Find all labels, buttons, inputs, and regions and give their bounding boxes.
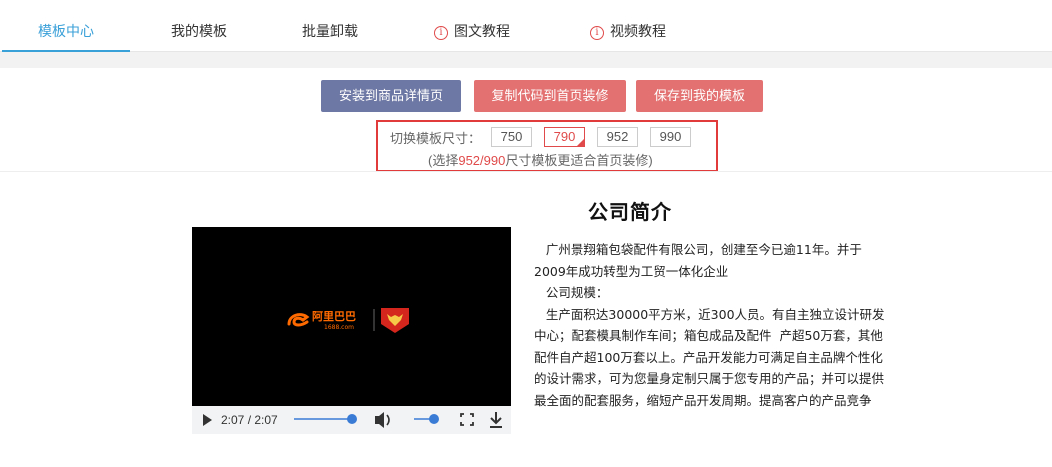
template-size-selector: 切换模板尺寸： 750 790 952 990 (选择952/990尺寸模板更适… (376, 120, 718, 172)
alibaba-logo: 阿里巴巴 1688.com (287, 305, 417, 335)
logo-text: 阿里巴巴 (312, 309, 356, 323)
progress-handle[interactable] (347, 414, 357, 424)
size-option-750[interactable]: 750 (491, 127, 532, 147)
tab-my-templates[interactable]: 我的模板 (135, 0, 263, 52)
description-line: 最全面的配套服务，缩短产品开发周期。提高客户的产品竞争 (534, 392, 872, 408)
description-line: 2009年成功转型为工贸一体化企业 (534, 263, 729, 279)
description-line: 的设计需求，可为您量身定制只属于您专用的产品；并可以提供 (534, 371, 885, 386)
size-option-990[interactable]: 990 (650, 127, 691, 147)
tab-video-tutorial[interactable]: i 视频教程 (564, 0, 692, 52)
play-icon[interactable] (203, 414, 212, 426)
description-line: 生产面积达30000平方米，近300人员。有自主独立设计研发 (534, 306, 885, 322)
logo-subtext: 1688.com (324, 324, 354, 331)
description-line: 公司规模： (534, 285, 609, 300)
volume-icon[interactable] (375, 412, 390, 428)
tab-batch-uninstall[interactable]: 批量卸载 (266, 0, 394, 52)
description-line: 中心；配套模具制作车间；箱包成品及配件 产超50万套，其他 (534, 328, 883, 343)
divider (0, 171, 1052, 172)
tab-label: 我的模板 (171, 23, 227, 39)
video-time: 2:07 / 2:07 (221, 413, 278, 427)
size-hint: (选择952/990尺寸模板更适合首页装修) (428, 150, 653, 169)
alibaba-logo-icon: 阿里巴巴 1688.com (287, 308, 409, 333)
info-icon: i (590, 26, 604, 40)
tab-label: 模板中心 (38, 23, 94, 39)
size-hint-prefix: (选择 (428, 153, 459, 168)
tab-image-tutorial[interactable]: i 图文教程 (408, 0, 536, 52)
size-option-952[interactable]: 952 (597, 127, 638, 147)
size-hint-suffix: 尺寸模板更适合首页装修) (505, 153, 653, 168)
tab-label: 图文教程 (454, 23, 510, 39)
template-preview-panel: 安装到商品详情页 复制代码到首页装修 保存到我的模板 切换模板尺寸： 750 7… (0, 68, 1052, 467)
download-icon[interactable] (490, 412, 502, 428)
size-hint-highlight: 952/990 (458, 153, 506, 168)
size-option-790[interactable]: 790 (544, 127, 585, 147)
install-to-detail-button[interactable]: 安装到商品详情页 (321, 80, 461, 112)
tab-label: 视频教程 (610, 23, 666, 39)
description-line: 配件自产超100万套以上。产品开发能力可满足自主品牌个性化 (534, 349, 883, 365)
tab-label: 批量卸载 (302, 23, 358, 39)
company-description: 广州景翔箱包袋配件有限公司，创建至今已逾11年。并于 2009年成功转型为工贸一… (534, 239, 904, 411)
description-line: 广州景翔箱包袋配件有限公司，创建至今已逾11年。并于 (534, 242, 862, 257)
save-to-my-templates-button[interactable]: 保存到我的模板 (636, 80, 763, 112)
video-controls: 2:07 / 2:07 (192, 406, 511, 434)
video-player[interactable]: 阿里巴巴 1688.com (192, 227, 511, 434)
info-icon: i (434, 26, 448, 40)
company-profile-title: 公司简介 (588, 200, 672, 224)
tab-template-center[interactable]: 模板中心 (2, 0, 130, 52)
top-tab-bar: 模板中心 我的模板 批量卸载 i 图文教程 i 视频教程 (0, 0, 1052, 52)
copy-code-button[interactable]: 复制代码到首页装修 (474, 80, 626, 112)
volume-handle[interactable] (429, 414, 439, 424)
fullscreen-icon[interactable] (460, 413, 474, 426)
size-selector-label: 切换模板尺寸： (390, 131, 482, 146)
